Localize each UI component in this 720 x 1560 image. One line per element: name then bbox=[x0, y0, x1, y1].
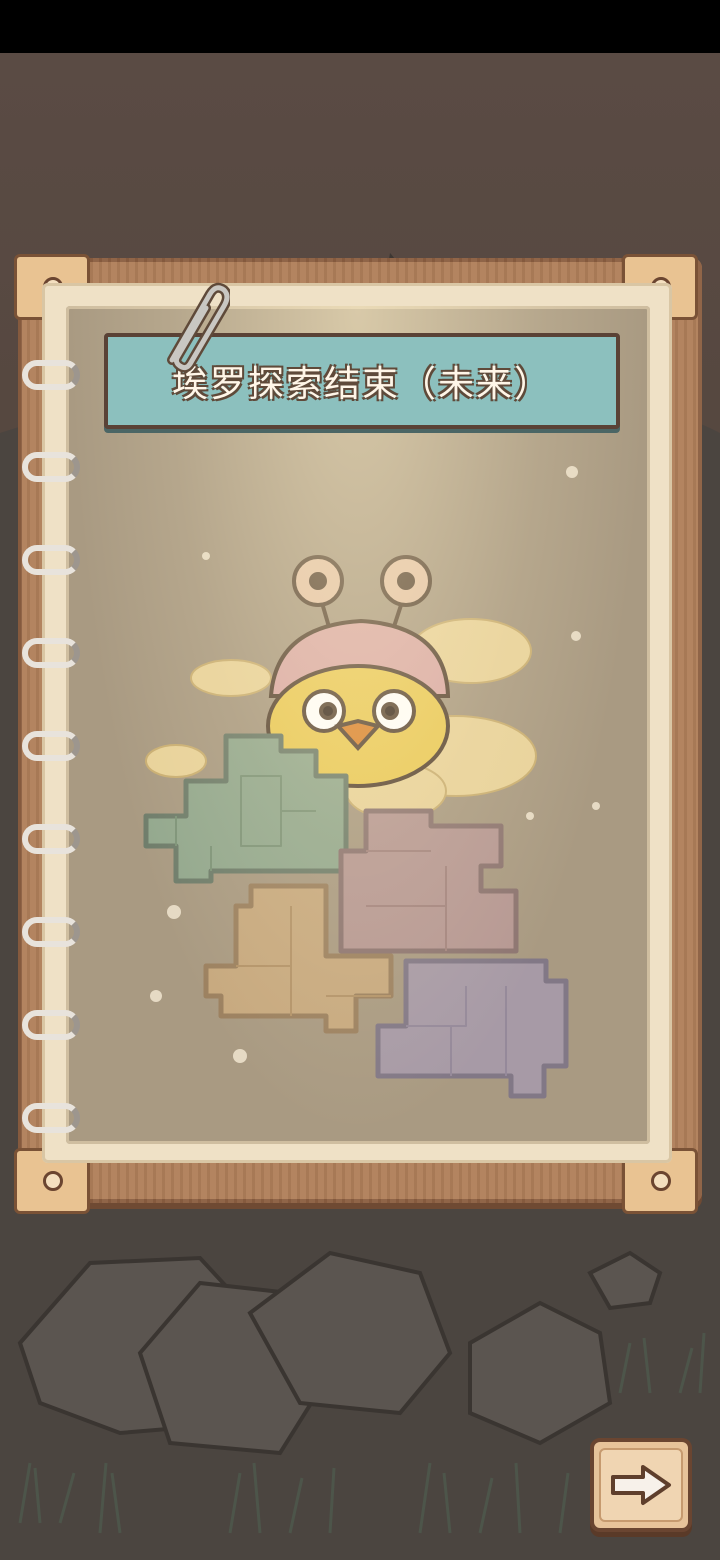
binding-ring bbox=[22, 452, 80, 482]
binding-ring bbox=[22, 1010, 80, 1040]
binding-ring bbox=[22, 824, 80, 854]
illustration-panel bbox=[66, 306, 650, 1144]
next-button[interactable] bbox=[590, 1438, 692, 1532]
binding-ring bbox=[22, 1103, 80, 1133]
arrow-right-icon bbox=[611, 1465, 671, 1505]
light-rays bbox=[66, 306, 650, 1144]
status-bar bbox=[0, 0, 720, 53]
paperclip-icon bbox=[167, 282, 230, 372]
binding-ring bbox=[22, 545, 80, 575]
binding-ring bbox=[22, 917, 80, 947]
binding-ring bbox=[22, 360, 80, 390]
binding-ring bbox=[22, 638, 80, 668]
binding-ring bbox=[22, 731, 80, 761]
